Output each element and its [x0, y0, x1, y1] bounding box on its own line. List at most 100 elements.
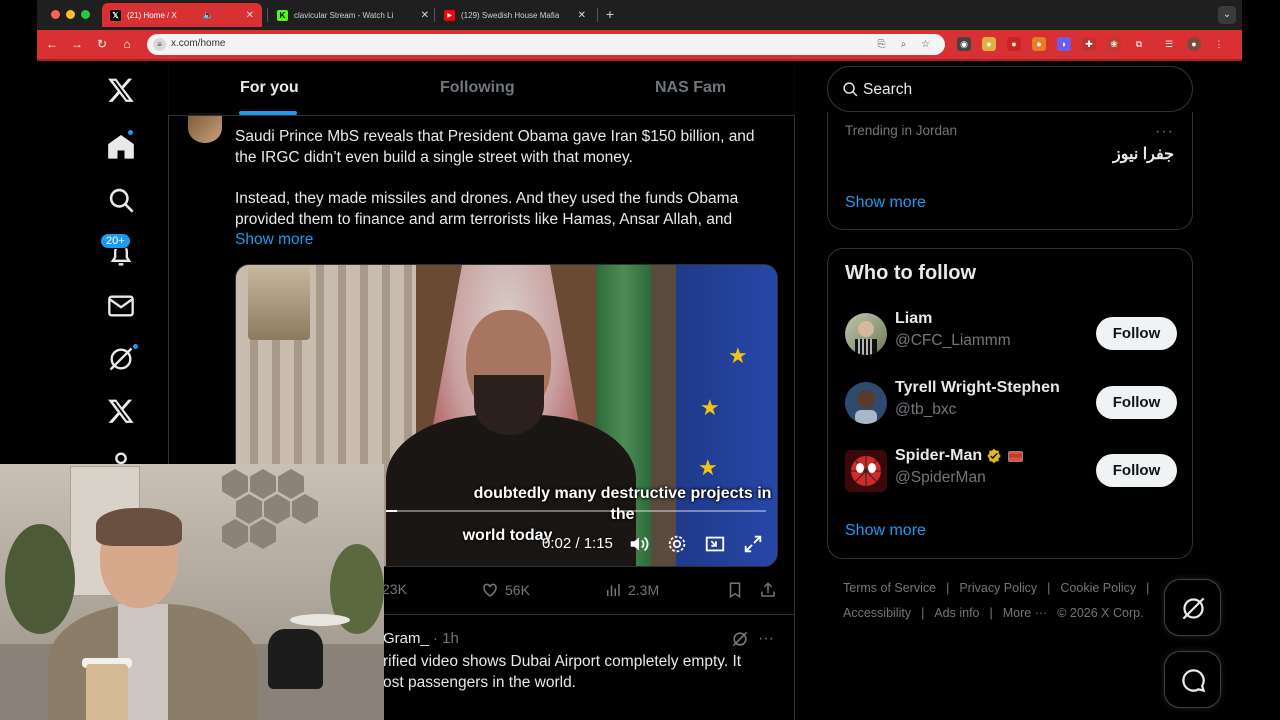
browser-tab[interactable]: 𝕏 (21) Home / X 🔈 ✕ [102, 3, 262, 27]
maximize-window-button[interactable] [81, 10, 90, 19]
video-subject-beard [474, 375, 544, 435]
fullscreen-icon[interactable] [742, 533, 764, 555]
footer-more-button[interactable]: More ··· [1003, 606, 1047, 620]
follow-button[interactable]: Follow [1096, 454, 1177, 487]
new-tab-button[interactable]: + [601, 6, 619, 24]
like-button[interactable]: 56K [481, 581, 530, 599]
tweet-author-avatar[interactable] [188, 113, 222, 143]
follow-suggestion[interactable]: Liam @CFC_Liammm Follow [828, 310, 1194, 362]
footer-link[interactable]: Terms of Service [843, 581, 936, 595]
who-to-follow-card: Who to follow Liam @CFC_Liammm Follow Ty… [827, 248, 1193, 559]
tab-title: (129) Swedish House Mafia [461, 10, 560, 20]
bookmark-button[interactable] [726, 581, 750, 599]
tab-title: (21) Home / X [127, 10, 177, 20]
views-button[interactable]: 2.3M [604, 581, 659, 599]
trends-show-more-link[interactable]: Show more [845, 194, 926, 212]
home-icon[interactable] [107, 133, 135, 161]
avatar[interactable] [845, 313, 887, 355]
x-favicon-icon: 𝕏 [110, 9, 121, 21]
extension-icon[interactable]: ✚ [1082, 37, 1096, 51]
extension-icon[interactable]: ❀ [1107, 37, 1121, 51]
reload-button[interactable]: ↻ [94, 36, 110, 52]
minimize-window-button[interactable] [66, 10, 75, 19]
youtube-favicon-icon: ▶ [444, 9, 455, 21]
footer-link[interactable]: Cookie Policy [1060, 581, 1136, 595]
tweet2-text-line: rified video shows Dubai Airport complet… [383, 653, 742, 670]
tweet-show-more-link[interactable]: Show more [235, 231, 313, 249]
close-tab-button[interactable]: ✕ [415, 10, 429, 21]
close-window-button[interactable] [51, 10, 60, 19]
volume-icon[interactable] [628, 533, 650, 555]
footer-link[interactable]: Privacy Policy [959, 581, 1037, 595]
extensions-puzzle-icon[interactable]: ⧉ [1132, 37, 1146, 51]
x-premium-icon[interactable] [107, 397, 135, 425]
flag-star: ★ [728, 343, 748, 368]
footer-link[interactable]: Ads info [934, 606, 979, 620]
speaker-icon[interactable]: 🔈 [203, 10, 214, 21]
site-info-icon[interactable]: ≡ [153, 38, 166, 51]
grok-icon[interactable] [107, 345, 135, 373]
reading-list-icon[interactable]: ☰ [1162, 37, 1176, 51]
user-name[interactable]: Tyrell Wright-Stephen [895, 379, 1060, 397]
tweet-text-line: provided them to finance and arm terrori… [235, 211, 733, 228]
address-url: x.com/home [171, 38, 226, 49]
search-icon [843, 82, 858, 97]
like-count: 56K [505, 582, 530, 598]
picture-in-picture-icon[interactable] [704, 533, 726, 555]
webcam-chair [268, 629, 323, 689]
settings-gear-icon[interactable] [666, 533, 688, 555]
address-bar[interactable]: ≡ x.com/home ⎘ ⌕ ☆ [147, 34, 945, 55]
grok-floating-button[interactable] [1164, 579, 1221, 636]
follow-button[interactable]: Follow [1096, 317, 1177, 350]
profile-avatar-icon[interactable]: ● [1187, 37, 1201, 51]
tab-title: clavicular Stream - Watch Li [294, 10, 394, 20]
follow-button[interactable]: Follow [1096, 386, 1177, 419]
grok-unread-dot [132, 343, 139, 350]
extension-icon[interactable]: ● [1007, 37, 1021, 51]
footer-separator: | [921, 606, 925, 620]
extension-icon[interactable]: ● [982, 37, 996, 51]
tab-separator [434, 8, 435, 22]
forward-button[interactable]: → [69, 36, 85, 52]
x-logo-icon[interactable] [107, 76, 135, 104]
tab-following[interactable]: Following [440, 79, 515, 97]
video-progress-bar[interactable] [386, 510, 766, 512]
avatar[interactable] [845, 450, 887, 492]
share-button[interactable] [759, 581, 783, 599]
home-button[interactable]: ⌂ [119, 36, 135, 52]
zoom-icon[interactable]: ⌕ [897, 38, 910, 51]
extension-icon[interactable]: ◉ [957, 37, 971, 51]
browser-tab[interactable]: ▶ (129) Swedish House Mafia ✕ [436, 3, 594, 27]
trend-more-options-icon[interactable]: ··· [1155, 123, 1174, 141]
follow-suggestion[interactable]: Spider-Man @SpiderMan Follow [828, 447, 1194, 499]
search-input[interactable]: Search [827, 66, 1193, 112]
cast-icon[interactable]: ⎘ [875, 38, 888, 51]
avatar[interactable] [845, 382, 887, 424]
who-to-follow-show-more-link[interactable]: Show more [845, 522, 926, 540]
browser-tab-bar: 𝕏 (21) Home / X 🔈 ✕ K clavicular Stream … [37, 0, 1242, 30]
user-name[interactable]: Liam [895, 310, 932, 328]
user-handle: @CFC_Liammm [895, 332, 1011, 349]
tweet-text-line: Saudi Prince MbS reveals that President … [235, 128, 755, 145]
messages-floating-button[interactable] [1164, 651, 1221, 708]
tab-search-button[interactable]: ⌄ [1218, 6, 1236, 24]
grok-icon[interactable] [730, 629, 750, 649]
tab-nas-fam[interactable]: NAS Fam [655, 79, 726, 97]
tweet2-handle[interactable]: Gram_ [383, 630, 429, 647]
extension-icon[interactable]: ● [1032, 37, 1046, 51]
bookmark-star-icon[interactable]: ☆ [919, 38, 932, 51]
browser-tab[interactable]: K clavicular Stream - Watch Li ✕ [269, 3, 437, 27]
more-options-icon[interactable]: ··· [758, 629, 778, 649]
extension-icon[interactable]: ◗ [1057, 37, 1071, 51]
search-icon[interactable] [107, 186, 135, 214]
footer-link[interactable]: Accessibility [843, 606, 911, 620]
close-tab-button[interactable]: ✕ [572, 10, 586, 21]
user-name[interactable]: Spider-Man [895, 447, 1024, 465]
follow-suggestion[interactable]: Tyrell Wright-Stephen @tb_bxc Follow [828, 379, 1194, 431]
back-button[interactable]: ← [44, 36, 60, 52]
close-tab-button[interactable]: ✕ [240, 10, 254, 21]
mail-icon[interactable] [107, 292, 135, 320]
browser-menu-icon[interactable]: ⋮ [1212, 37, 1226, 51]
tab-for-you[interactable]: For you [240, 79, 299, 97]
trend-name[interactable]: جفرا نيوز [1113, 144, 1174, 164]
